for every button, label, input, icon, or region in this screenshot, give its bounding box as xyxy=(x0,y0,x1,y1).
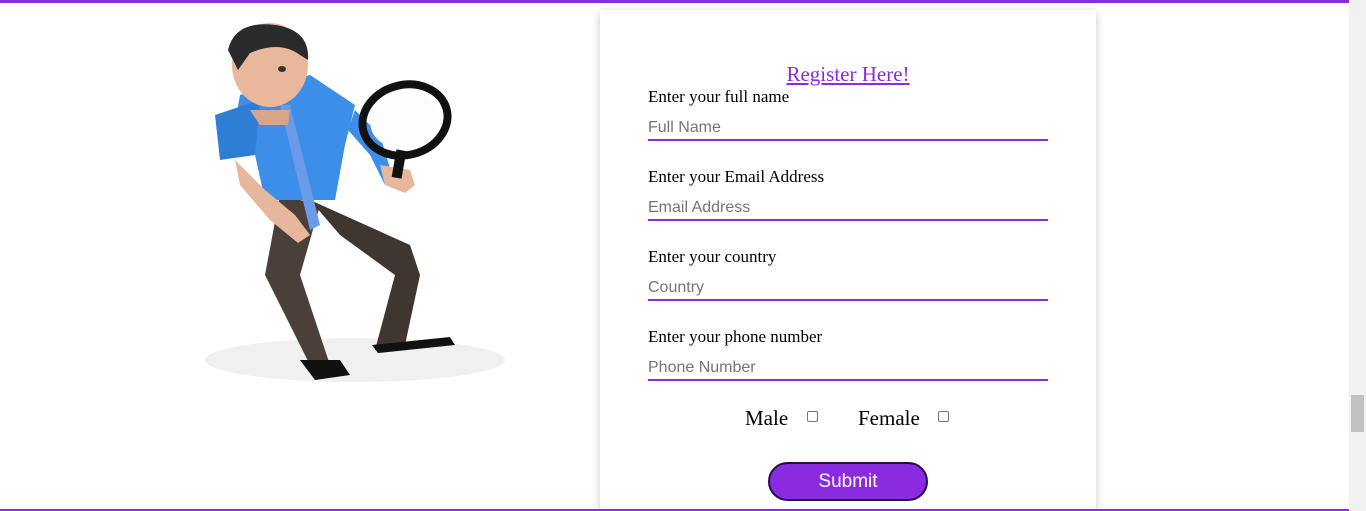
male-checkbox[interactable] xyxy=(807,411,818,422)
submit-button[interactable]: Submit xyxy=(768,462,928,501)
female-checkbox[interactable] xyxy=(938,411,949,422)
registration-card: Register Here! Enter your full name Ente… xyxy=(600,10,1096,511)
register-here-link-text[interactable]: Register Here! xyxy=(786,62,909,86)
male-label: Male xyxy=(745,406,789,430)
full-name-label: Enter your full name xyxy=(648,87,790,106)
vertical-scrollbar[interactable] xyxy=(1349,0,1366,511)
man-with-magnifying-glass-icon xyxy=(205,23,505,382)
female-label: Female xyxy=(858,406,920,430)
country-label: Enter your country xyxy=(648,247,777,266)
phone-label: Enter your phone number xyxy=(648,327,823,346)
email-input[interactable] xyxy=(648,197,1048,221)
register-here-link[interactable]: Register Here! xyxy=(600,62,1096,86)
full-name-input[interactable] xyxy=(648,117,1048,141)
scrollbar-thumb[interactable] xyxy=(1351,395,1364,432)
phone-input[interactable] xyxy=(648,357,1048,381)
country-input[interactable] xyxy=(648,277,1048,301)
email-label: Enter your Email Address xyxy=(648,167,825,186)
top-accent-line xyxy=(0,0,1349,3)
